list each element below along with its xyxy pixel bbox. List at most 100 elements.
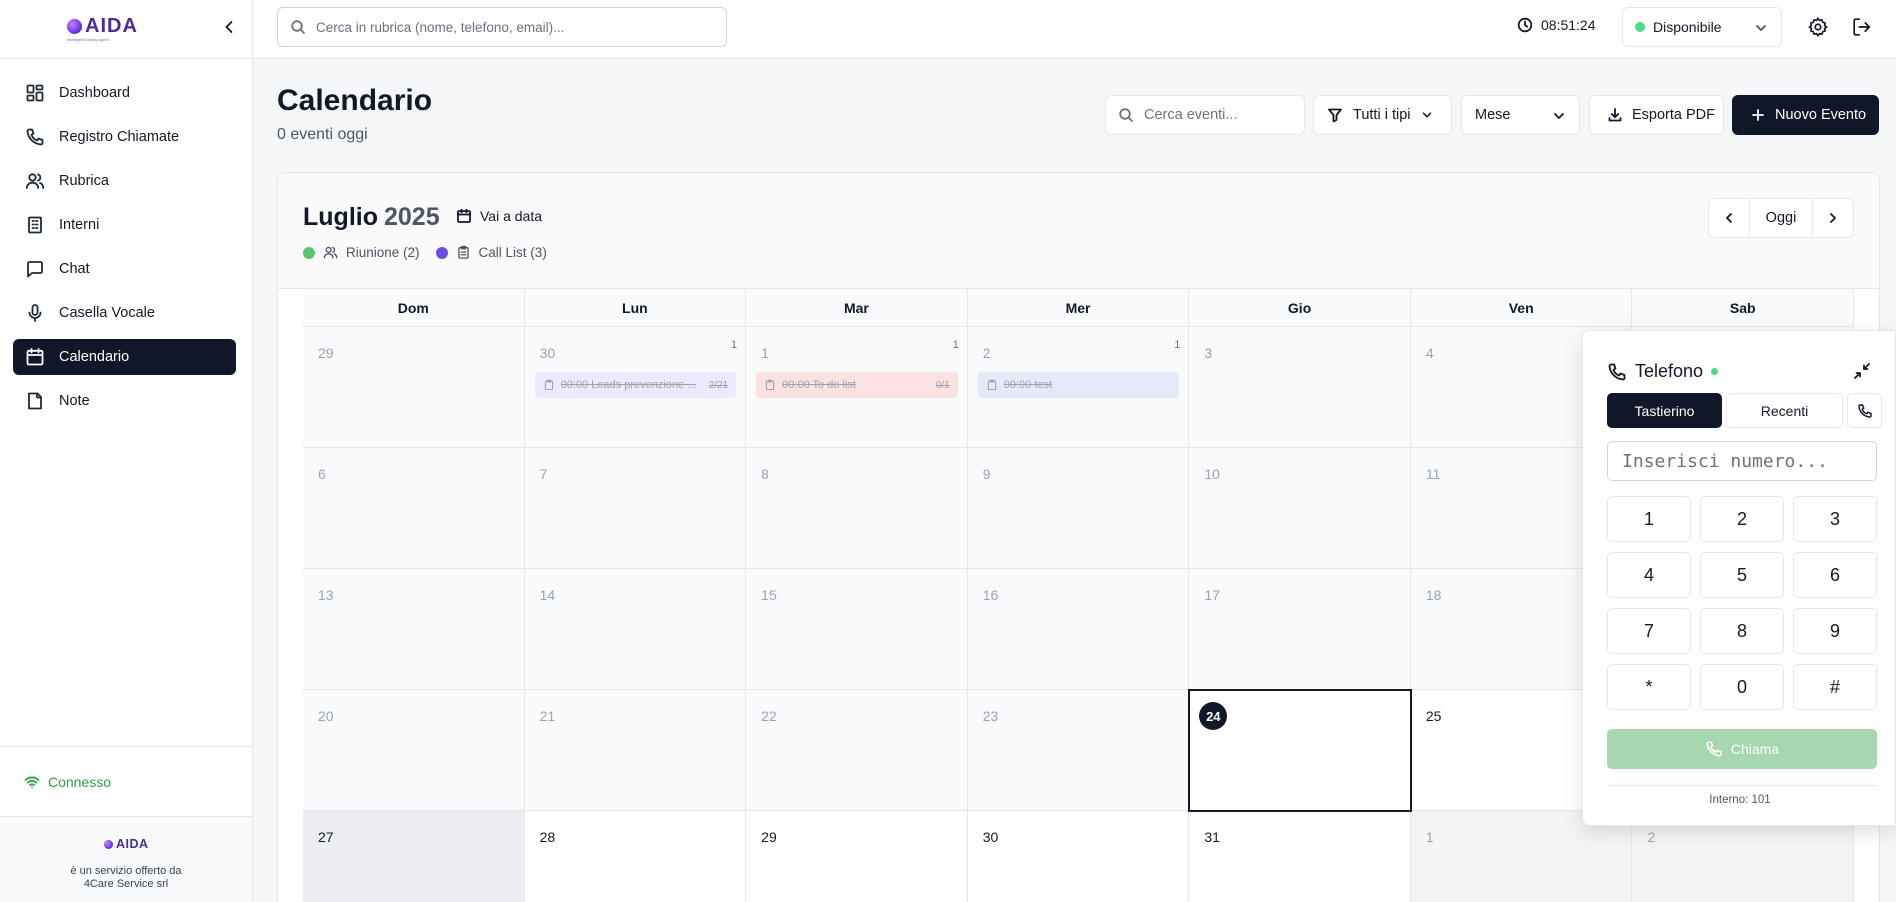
- day-number: 24: [1199, 702, 1228, 730]
- export-pdf-button[interactable]: Esporta PDF: [1589, 95, 1724, 135]
- calendar-day[interactable]: 3: [1189, 327, 1411, 448]
- users-icon: [25, 173, 45, 189]
- calendar-day[interactable]: 29: [746, 811, 968, 902]
- collapse-sidebar-button[interactable]: [219, 17, 239, 37]
- sidebar-item-voicemail[interactable]: Casella Vocale: [13, 295, 236, 331]
- event-search-input[interactable]: Cerca eventi...: [1105, 95, 1305, 135]
- calendar-day[interactable]: 7: [524, 448, 747, 569]
- keypad-key[interactable]: 1: [1607, 496, 1691, 542]
- calendar-day[interactable]: 31: [1189, 811, 1411, 902]
- tab-keypad[interactable]: Tastierino: [1607, 393, 1722, 428]
- logo-text: AIDA: [85, 15, 138, 37]
- keypad-key[interactable]: 2: [1700, 496, 1784, 542]
- calendar-day[interactable]: 20: [303, 690, 525, 811]
- calendar-day[interactable]: 10: [1189, 448, 1411, 569]
- keypad-key[interactable]: 8: [1700, 608, 1784, 654]
- keypad-key[interactable]: 5: [1700, 552, 1784, 598]
- previous-month-button[interactable]: [1709, 199, 1749, 237]
- call-button[interactable]: Chiama: [1607, 729, 1877, 769]
- calendar-day[interactable]: 29: [303, 327, 525, 448]
- calendar-day[interactable]: 28: [524, 811, 747, 902]
- calendar-day[interactable]: 13: [303, 569, 525, 690]
- calendar-day[interactable]: 17: [1189, 569, 1411, 690]
- logout-icon: [1853, 18, 1871, 36]
- sidebar-item-extensions[interactable]: Interni: [13, 207, 236, 243]
- keypad-key[interactable]: 4: [1607, 552, 1691, 598]
- tab-recent[interactable]: Recenti: [1726, 393, 1843, 428]
- day-number: 21: [539, 708, 556, 724]
- calendar-event[interactable]: 00:00 test: [977, 372, 1180, 398]
- sidebar-item-contacts[interactable]: Rubrica: [13, 163, 236, 199]
- keypad-key[interactable]: #: [1793, 664, 1877, 710]
- clock: 08:51:24: [1517, 17, 1596, 33]
- phone-header: Telefono: [1607, 361, 1719, 382]
- page-subtitle: 0 eventi oggi: [277, 126, 368, 143]
- chevron-left-icon: [1726, 213, 1732, 223]
- sidebar-item-call-log[interactable]: Registro Chiamate: [13, 119, 236, 155]
- minimize-phone-button[interactable]: [1853, 362, 1871, 380]
- calendar-day[interactable]: 8: [746, 448, 968, 569]
- chevron-right-icon: [1830, 213, 1836, 223]
- calendar-event[interactable]: 00:00 To do list 0/1: [756, 372, 958, 398]
- calendar-day[interactable]: 2 1 00:00 test: [967, 327, 1190, 448]
- calendar-day[interactable]: 6: [303, 448, 525, 569]
- calendar-day[interactable]: 30: [967, 811, 1190, 902]
- event-title: 00:00 Leads prevenzione ...: [560, 379, 697, 391]
- phone-call-log-button[interactable]: [1847, 393, 1882, 428]
- sidebar-item-calendar[interactable]: Calendario: [13, 339, 236, 375]
- plus-icon: [1752, 109, 1764, 121]
- sidebar-item-notes[interactable]: Note: [13, 383, 236, 419]
- minimize-icon: [1854, 363, 1870, 379]
- calendar-icon: [457, 208, 471, 223]
- calendar-day[interactable]: 27: [303, 811, 525, 902]
- legend-label-meeting: Riunione (2): [346, 245, 420, 260]
- calendar-day[interactable]: 16: [967, 569, 1190, 690]
- next-month-button[interactable]: [1813, 199, 1853, 237]
- sidebar-item-chat[interactable]: Chat: [13, 251, 236, 287]
- view-mode-select[interactable]: Mese: [1461, 95, 1580, 135]
- calendar-day[interactable]: 9: [967, 448, 1190, 569]
- phone-icon: [26, 128, 44, 146]
- keypad-key[interactable]: 3: [1793, 496, 1877, 542]
- calendar-day[interactable]: 23: [967, 690, 1190, 811]
- note-icon: [28, 392, 42, 410]
- today-button[interactable]: Oggi: [1749, 199, 1813, 237]
- weekday-header: Dom Lun Mar Mer Gio Ven Sab: [303, 289, 1855, 327]
- new-event-button[interactable]: Nuovo Evento: [1732, 95, 1879, 135]
- day-number: 30: [982, 829, 999, 845]
- keypad-key[interactable]: *: [1607, 664, 1691, 710]
- sidebar-item-label: Rubrica: [59, 173, 109, 189]
- calendar-event[interactable]: 00:00 Leads prevenzione ... 2/21: [534, 372, 737, 398]
- phone-status-dot: [1711, 368, 1719, 375]
- calendar-day[interactable]: 30 1 00:00 Leads prevenzione ... 2/21: [524, 327, 747, 448]
- event-progress: 2/21: [708, 379, 729, 391]
- calendar-day[interactable]: 22: [746, 690, 968, 811]
- phone-panel: Telefono Tastierino Recenti 123 456 789 *0#…: [1582, 330, 1896, 826]
- keypad: 1 2 3 4 5 6 7 8 9 * 0 #: [1607, 496, 1877, 710]
- phone-number-input[interactable]: [1607, 441, 1877, 481]
- goto-date-button[interactable]: Vai a data: [456, 208, 542, 224]
- year: 2025: [383, 203, 440, 231]
- settings-button[interactable]: [1807, 16, 1829, 38]
- calendar-day[interactable]: 14: [524, 569, 747, 690]
- mic-icon: [28, 304, 42, 322]
- keypad-key[interactable]: 7: [1607, 608, 1691, 654]
- keypad-key[interactable]: 9: [1793, 608, 1877, 654]
- extension-label: Interno: 101: [1709, 794, 1771, 806]
- day-number: 17: [1204, 587, 1220, 603]
- day-number: 29: [318, 345, 334, 361]
- calendar-day[interactable]: 21: [524, 690, 747, 811]
- keypad-key[interactable]: 6: [1793, 552, 1877, 598]
- event-progress: 0/1: [935, 379, 950, 391]
- calendar-day-today[interactable]: 24: [1188, 689, 1412, 812]
- logout-button[interactable]: [1851, 16, 1873, 38]
- sidebar-item-dashboard[interactable]: Dashboard: [13, 75, 236, 111]
- keypad-key[interactable]: 0: [1700, 664, 1784, 710]
- calendar-header: Luglio 2025 Vai a data Riunione (2) Call …: [278, 173, 1879, 289]
- calendar-day[interactable]: 15: [746, 569, 968, 690]
- logo: AIDA Intelligent Dialing Agent: [67, 15, 138, 42]
- calendar-day[interactable]: 1 1 00:00 To do list 0/1: [746, 327, 968, 448]
- contact-search-input[interactable]: Cerca in rubrica (nome, telefono, email)…: [277, 7, 727, 47]
- availability-select[interactable]: Disponibile: [1622, 7, 1782, 47]
- type-filter-select[interactable]: Tutti i tipi: [1313, 95, 1452, 135]
